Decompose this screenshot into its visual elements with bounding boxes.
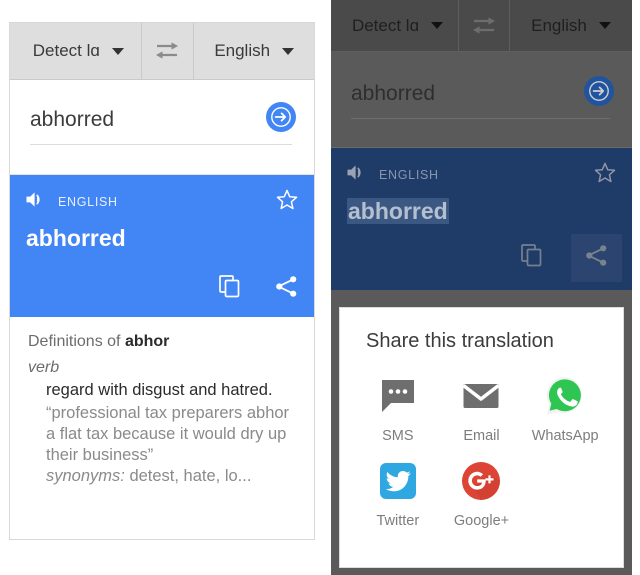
result-card-header: ENGLISH (10, 175, 314, 215)
translation-input-area-dimmed[interactable]: abhorred (331, 52, 632, 148)
share-target-label: Email (463, 428, 500, 444)
result-language-label: ENGLISH (379, 168, 439, 182)
chevron-down-icon (111, 47, 124, 55)
share-grid-empty-cell (523, 452, 607, 533)
swap-horizontal-icon (156, 42, 179, 59)
share-target-email[interactable]: Email (440, 367, 524, 448)
definition-synonyms: synonyms: detest, hate, lo... (46, 466, 298, 487)
share-icon (586, 245, 607, 266)
chevron-down-icon (598, 22, 611, 29)
synonyms-value: detest, hate, lo... (124, 466, 252, 485)
chevron-down-icon (431, 22, 444, 29)
share-target-twitter[interactable]: Twitter (356, 452, 440, 533)
share-target-label: WhatsApp (531, 428, 599, 444)
result-card-actions (515, 234, 622, 282)
translate-submit-button[interactable] (266, 102, 296, 132)
input-underline (30, 144, 292, 145)
copy-button[interactable] (515, 238, 549, 278)
share-icon (276, 276, 297, 297)
source-text-input[interactable]: abhorred (351, 82, 435, 106)
synonyms-label: synonyms: (46, 466, 125, 485)
definitions-heading-term: abhor (124, 333, 170, 350)
star-outline-icon[interactable] (594, 162, 616, 188)
definitions-heading: Definitions of abhor (28, 333, 298, 351)
translated-word: abhorred (26, 225, 126, 251)
target-language-selector[interactable]: English (194, 23, 314, 79)
definitions-section: Definitions of abhor verb regard with di… (10, 317, 314, 487)
translate-panel-normal: Detect lɑ English abhorred ENGLISH abhor… (9, 22, 315, 540)
language-toolbar-dimmed: Detect lɑ English (331, 0, 632, 52)
whatsapp-icon (542, 373, 588, 419)
copy-icon (219, 275, 240, 298)
source-language-selector[interactable]: Detect lɑ (331, 0, 458, 51)
dim-overlay-gap (331, 290, 632, 302)
result-card-header: ENGLISH (331, 148, 632, 188)
target-language-selector[interactable]: English (510, 0, 632, 51)
definition-sense: regard with disgust and hatred. (46, 381, 273, 399)
chevron-down-icon (282, 47, 295, 55)
star-outline-icon[interactable] (276, 189, 298, 215)
arrow-right-circle-icon (589, 81, 609, 101)
translation-input-area[interactable]: abhorred (10, 80, 314, 175)
share-target-label: Google+ (453, 513, 510, 529)
definition-body: regard with disgust and hatred. “profess… (28, 380, 298, 487)
language-toolbar: Detect lɑ English (10, 23, 314, 80)
swap-horizontal-icon (473, 16, 495, 34)
screenshot-root: Detect lɑ English abhorred ENGLISH abhor… (0, 0, 640, 575)
translation-result-card-dimmed: ENGLISH abhorred (331, 148, 632, 290)
translation-result-card: ENGLISH abhorred (10, 175, 314, 317)
swap-languages-button[interactable] (459, 0, 509, 51)
definitions-heading-prefix: Definitions of (28, 333, 125, 350)
arrow-right-circle-icon (271, 107, 291, 127)
share-button[interactable] (269, 269, 304, 309)
target-language-label: English (531, 15, 587, 35)
share-target-label: SMS (382, 428, 414, 444)
share-dialog-title: Share this translation (366, 330, 554, 352)
copy-icon (521, 244, 542, 267)
result-card-actions (213, 269, 304, 309)
translated-word-selection: abhorred (347, 198, 449, 224)
target-language-label: English (214, 41, 271, 60)
source-language-selector[interactable]: Detect lɑ (10, 23, 141, 79)
definition-example: “professional tax preparers abhor a flat… (46, 403, 290, 464)
part-of-speech: verb (28, 359, 60, 376)
copy-button[interactable] (213, 269, 247, 309)
source-language-label: Detect lɑ (32, 41, 100, 60)
translate-submit-button[interactable] (584, 76, 614, 106)
swap-languages-button[interactable] (141, 23, 194, 79)
share-target-grid: SMS Email WhatsApp Twitter Google+ (340, 353, 623, 533)
email-envelope-icon (458, 373, 504, 419)
google-plus-icon (458, 458, 504, 504)
twitter-bird-icon (375, 458, 421, 504)
result-language-label: ENGLISH (58, 195, 118, 209)
volume-up-icon[interactable] (347, 164, 367, 186)
sms-chat-bubble-icon (375, 373, 421, 419)
source-text-input[interactable]: abhorred (30, 108, 114, 132)
input-underline (351, 118, 610, 119)
share-target-label: Twitter (376, 513, 420, 529)
source-language-label: Detect lɑ (351, 15, 420, 35)
share-target-sms[interactable]: SMS (356, 367, 440, 448)
translated-word: abhorred (331, 188, 632, 225)
share-target-google-plus[interactable]: Google+ (440, 452, 524, 533)
share-dialog: Share this translation SMS Email WhatsAp… (339, 307, 624, 568)
share-target-whatsapp[interactable]: WhatsApp (523, 367, 607, 448)
share-button[interactable] (571, 234, 622, 282)
volume-up-icon[interactable] (26, 191, 46, 213)
